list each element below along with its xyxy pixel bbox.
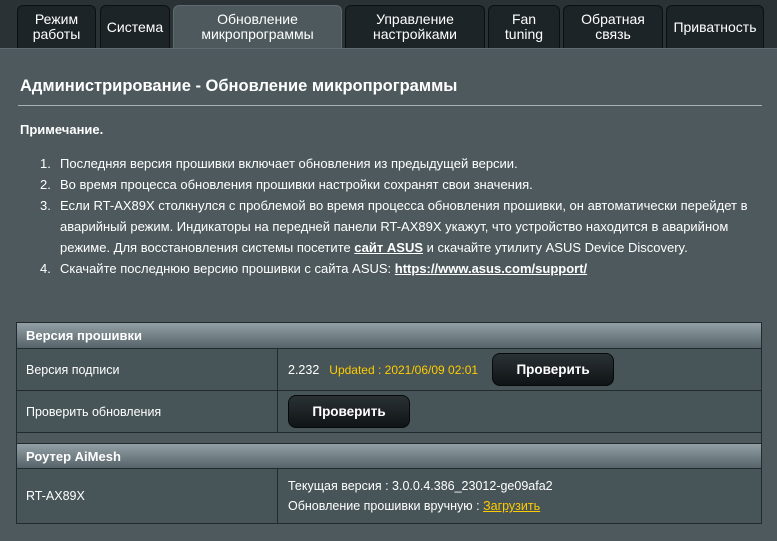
- list-item: 4. Скачайте последнюю версию прошивки с …: [40, 261, 588, 276]
- aimesh-device-name: RT-AX89X: [17, 469, 278, 523]
- aimesh-current-version: Текущая версия : 3.0.0.4.386_23012-ge09a…: [288, 479, 553, 493]
- check-updates-button[interactable]: Проверить: [288, 395, 410, 428]
- asus-site-link[interactable]: сайт ASUS: [354, 240, 423, 255]
- tab-feedback[interactable]: Обратная связь: [563, 5, 663, 48]
- list-item: 2. Во время процесса обновления прошивки…: [40, 177, 533, 192]
- check-updates-label: Проверить обновления: [17, 391, 278, 432]
- note-label: Примечание.: [20, 122, 104, 137]
- signature-version-label: Версия подписи: [17, 349, 278, 390]
- tab-privacy[interactable]: Приватность: [666, 5, 764, 48]
- content-panel: Администрирование - Обновление микропрог…: [0, 48, 777, 541]
- table-row: Версия подписи 2.232 Updated : 2021/06/0…: [17, 349, 761, 391]
- title-divider: [18, 105, 762, 106]
- manual-update-label: Обновление прошивки вручную :: [288, 499, 484, 513]
- firmware-table: Версия прошивки Версия подписи 2.232 Upd…: [16, 322, 762, 524]
- tab-operation-mode[interactable]: Режим работы: [17, 5, 96, 48]
- page-title: Администрирование - Обновление микропрог…: [20, 77, 458, 95]
- list-item: 3. Если RT-AX89X столкнулся с проблемой …: [40, 198, 748, 255]
- signature-updated-text: Updated : 2021/06/09 02:01: [329, 362, 479, 377]
- firmware-section-header: Версия прошивки: [17, 323, 761, 349]
- signature-version-value: 2.232: [288, 362, 320, 377]
- notes-list: 1. Последняя версия прошивки включает об…: [40, 153, 760, 279]
- table-row: RT-AX89X Текущая версия : 3.0.0.4.386_23…: [17, 469, 761, 523]
- aimesh-section-header: Роутер AiMesh: [17, 443, 761, 469]
- list-item: 1. Последняя версия прошивки включает об…: [40, 156, 518, 171]
- upload-firmware-link[interactable]: Загрузить: [483, 499, 540, 513]
- asus-support-link[interactable]: https://www.asus.com/support/: [395, 261, 587, 276]
- tab-firmware-upgrade[interactable]: Обновление микропрограммы: [173, 5, 342, 48]
- tab-bar: Режим работы Система Обновление микропро…: [0, 0, 777, 48]
- tab-restore-settings[interactable]: Управление настройками: [345, 5, 485, 48]
- table-row: Проверить обновления Проверить: [17, 391, 761, 433]
- tab-fan-tuning[interactable]: Fan tuning: [488, 5, 560, 48]
- tab-system[interactable]: Система: [100, 5, 170, 48]
- check-signature-button[interactable]: Проверить: [492, 353, 615, 386]
